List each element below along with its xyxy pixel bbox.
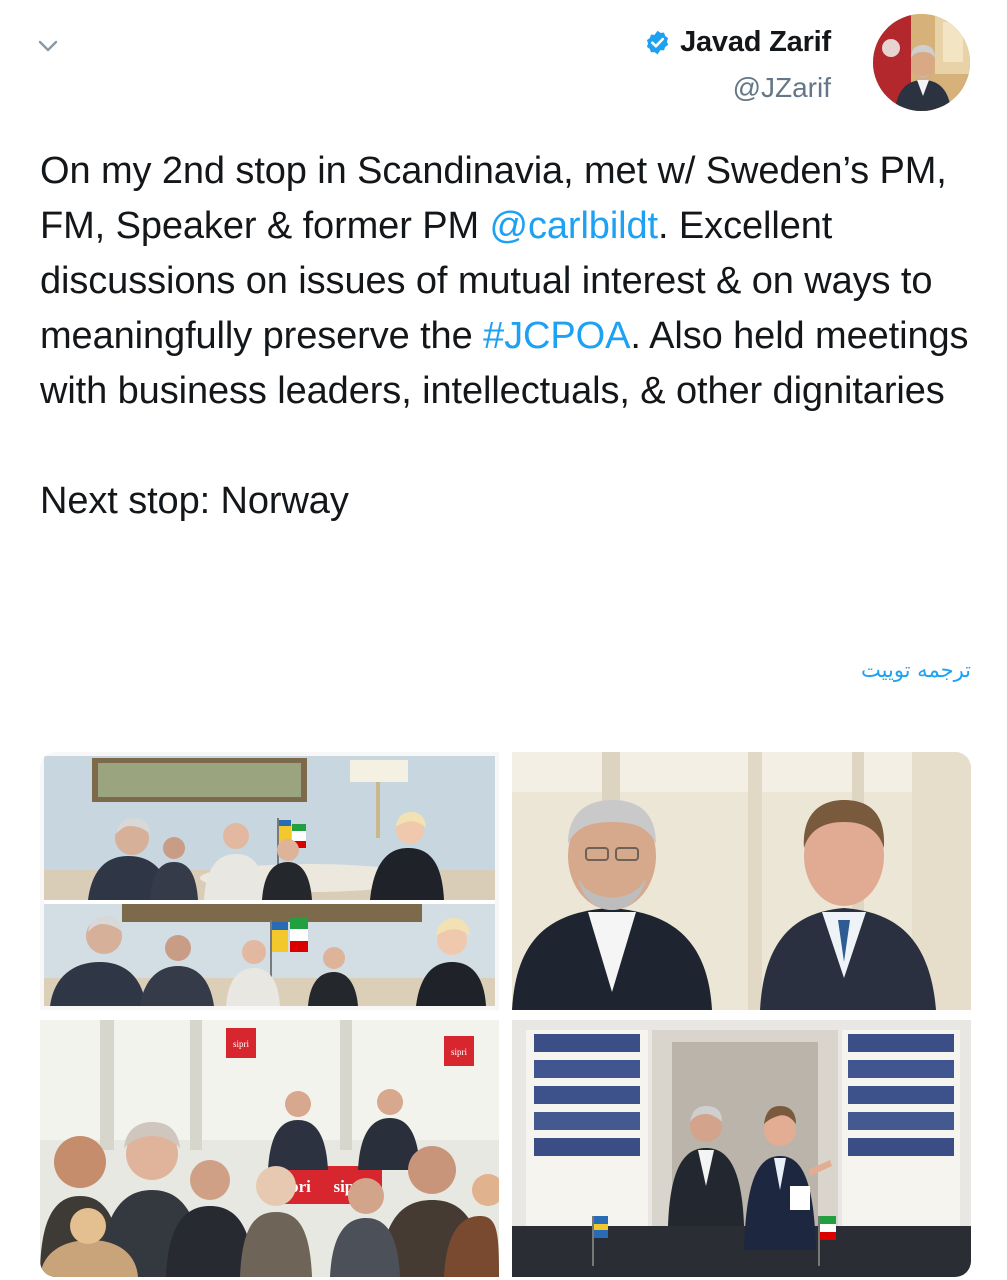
author-block[interactable]: Javad Zarif @JZarif [644, 22, 831, 104]
photo-sipri-audience[interactable]: sipri sipri pri sipri [40, 1020, 499, 1277]
hashtag-link[interactable]: #JCPOA [483, 315, 630, 357]
sipri-sign-top-left: sipri [233, 1039, 250, 1049]
user-handle[interactable]: @JZarif [644, 72, 831, 104]
photo-meeting-table[interactable] [40, 752, 499, 1010]
tweet-paragraph-main: On my 2nd stop in Scandinavia, met w/ Sw… [40, 144, 970, 419]
tweet-text: On my 2nd stop in Scandinavia, met w/ Sw… [40, 144, 970, 529]
tweet-paragraph-next-stop: Next stop: Norway [40, 480, 349, 522]
sipri-sign-top-right: sipri [451, 1047, 468, 1057]
name-row: Javad Zarif [644, 22, 831, 62]
photo-library-entrance[interactable] [512, 1020, 971, 1277]
media-grid: sipri sipri pri sipri [40, 752, 971, 1277]
chevron-down-icon[interactable] [36, 34, 60, 58]
display-name[interactable]: Javad Zarif [680, 26, 831, 59]
verified-badge-icon [644, 29, 671, 56]
translate-tweet-link[interactable]: ترجمه توییت [861, 658, 971, 682]
avatar[interactable] [873, 14, 970, 111]
photo-two-leaders[interactable] [512, 752, 971, 1010]
mention-link[interactable]: @carlbildt [489, 205, 658, 247]
